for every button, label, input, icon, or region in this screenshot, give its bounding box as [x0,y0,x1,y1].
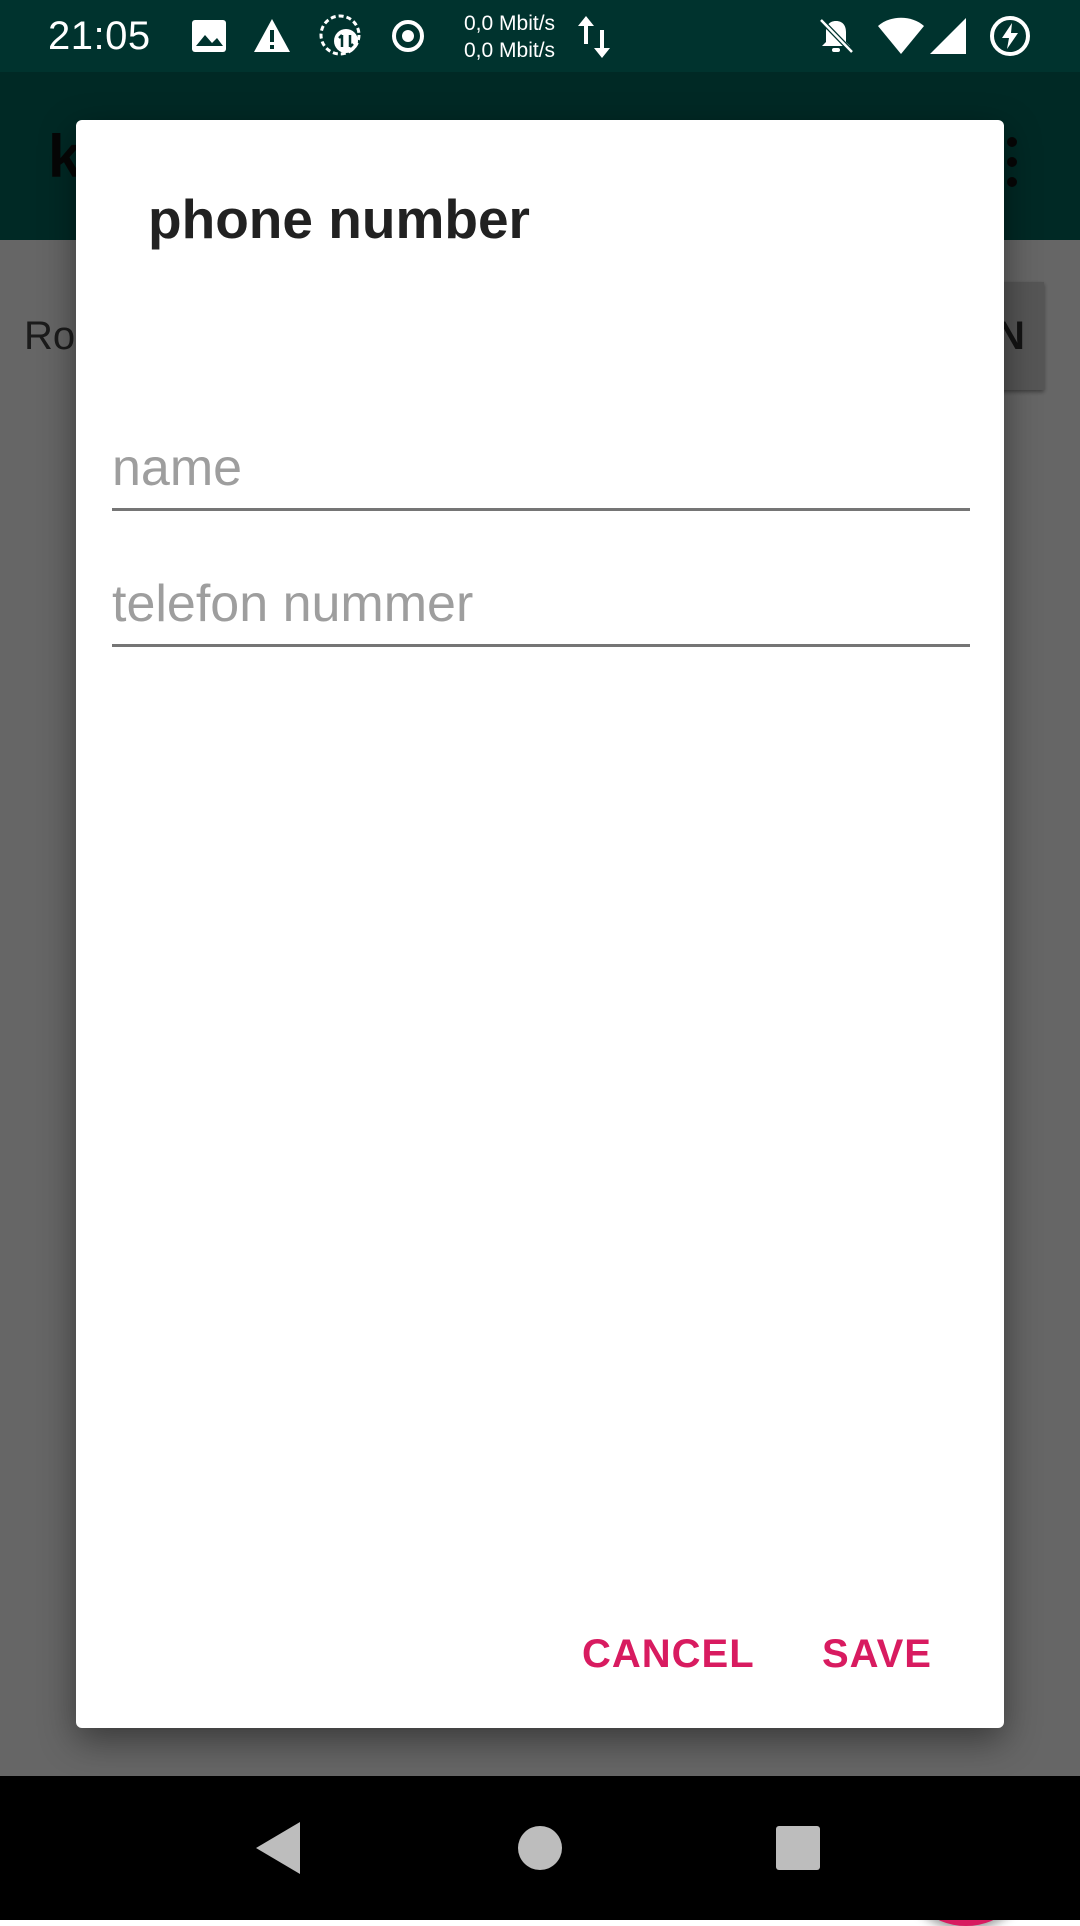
home-icon[interactable] [508,1816,572,1880]
cancel-button[interactable]: CANCEL [568,1618,769,1690]
record-icon [392,20,424,52]
network-speed-up: 0,0 Mbit/s [464,12,556,35]
signal-icon [930,18,966,54]
phone-number-input[interactable] [112,564,970,644]
recents-icon[interactable] [766,1816,830,1880]
status-time: 21:05 [48,14,151,58]
wifi-icon [878,17,924,54]
warning-icon [254,19,290,52]
image-icon [192,20,226,52]
navigation-bar [0,1776,1080,1920]
save-button[interactable]: SAVE [808,1618,946,1690]
dialog-title: phone number [148,188,530,250]
name-field[interactable] [112,428,970,511]
name-input[interactable] [112,428,970,508]
status-bar: 21:05 0,0 Mbit/s 0,0 Mbit/s [0,0,1080,72]
phone-field[interactable] [112,564,970,647]
battery-charging-icon [990,16,1030,56]
data-arrows-icon [578,16,610,58]
network-speed-down: 0,0 Mbit/s [464,39,556,62]
network-speed: 0,0 Mbit/s 0,0 Mbit/s [464,10,555,64]
phone-number-dialog: phone number CANCEL SAVE [76,120,1004,1728]
back-icon[interactable] [248,1816,312,1880]
sync-icon [319,14,361,56]
bell-off-icon [819,18,854,54]
